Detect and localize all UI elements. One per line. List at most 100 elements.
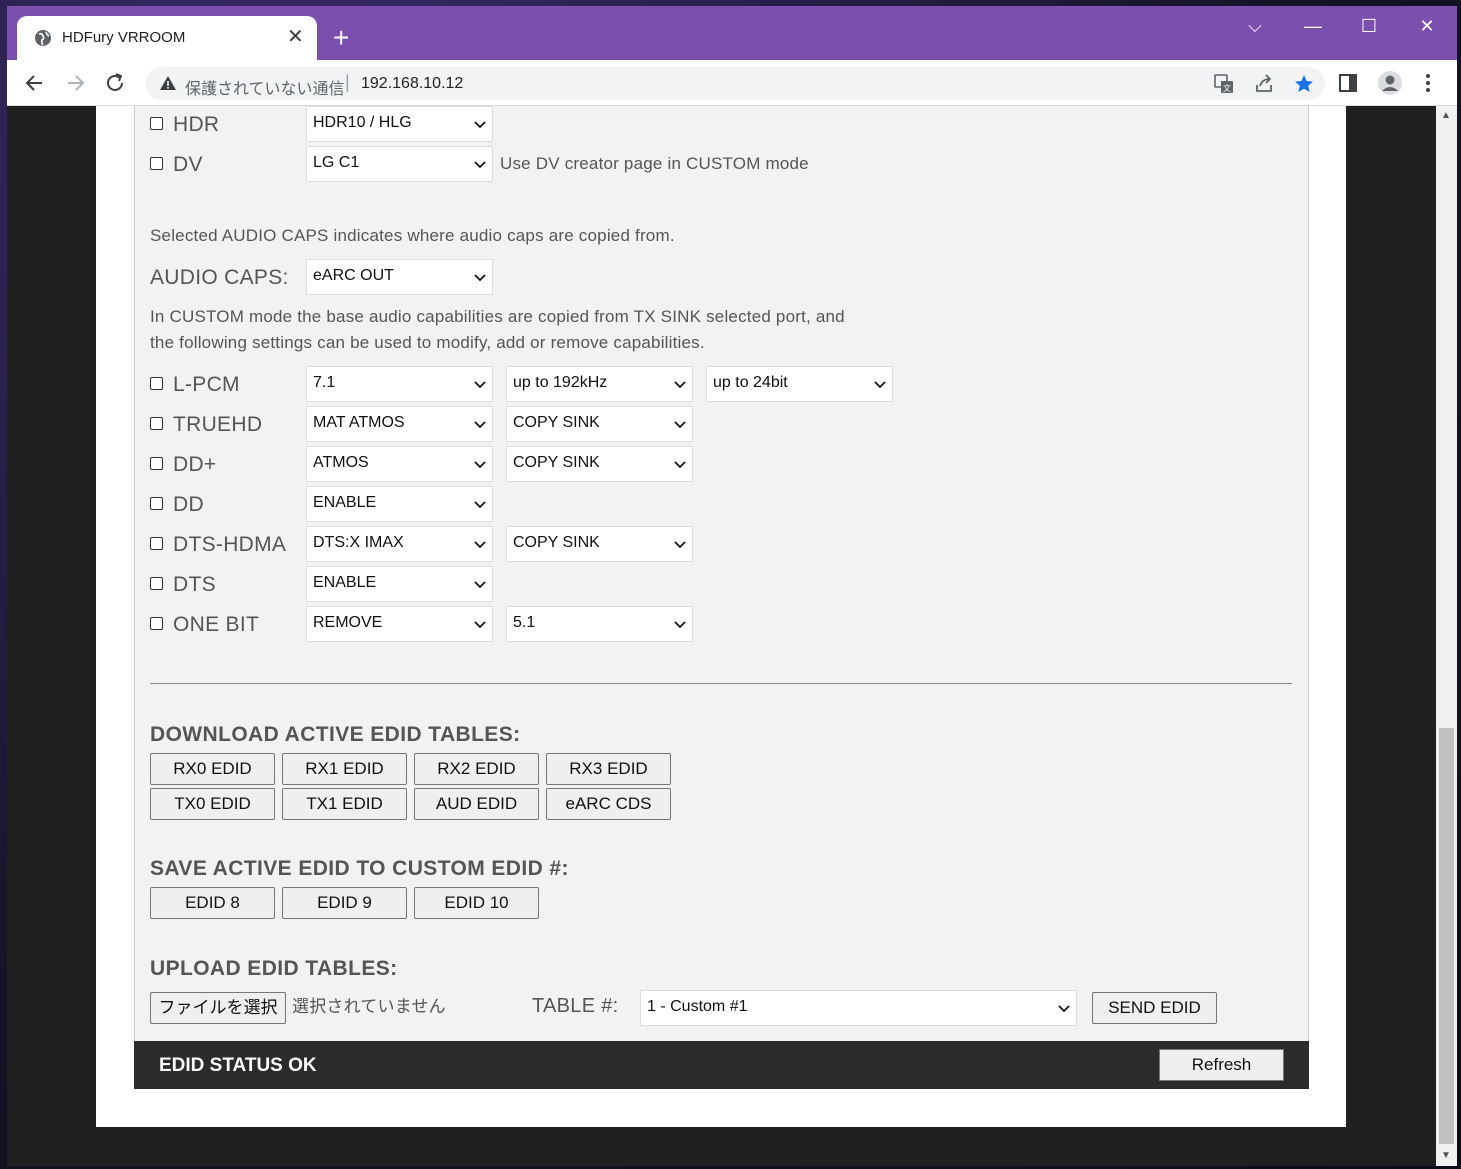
dts-hdma-sink-select[interactable]: COPY SINK <box>506 526 693 562</box>
lpcm-samplerate-select[interactable]: up to 192kHz <box>506 366 693 402</box>
close-tab-icon[interactable]: ✕ <box>287 25 304 49</box>
section-divider <box>150 683 1292 684</box>
dd-format-value: ENABLE <box>313 494 377 511</box>
new-tab-button[interactable]: + <box>333 24 349 52</box>
dv-select-value: LG C1 <box>313 154 360 171</box>
hdr-label: HDR <box>173 113 220 136</box>
rx1-edid-button[interactable]: RX1 EDID <box>282 753 407 785</box>
dts-format-value: ENABLE <box>313 574 377 591</box>
refresh-button[interactable]: Refresh <box>1159 1049 1284 1081</box>
lpcm-checkbox[interactable] <box>150 377 163 390</box>
browser-window: HDFury VRROOM ✕ + ⌵ — ☐ ✕ 保護されていない通信 | 1 <box>7 6 1457 1166</box>
dts-hdma-checkbox[interactable] <box>150 537 163 550</box>
minimize-button[interactable]: — <box>1293 14 1333 38</box>
bookmark-star-icon[interactable] <box>1293 73 1315 95</box>
warning-icon[interactable] <box>159 74 177 92</box>
dv-checkbox[interactable] <box>150 157 163 170</box>
audio-caps-select[interactable]: eARC OUT <box>306 259 493 295</box>
close-window-button[interactable]: ✕ <box>1407 14 1447 38</box>
lpcm-bitdepth-select[interactable]: up to 24bit <box>706 366 893 402</box>
dv-select[interactable]: LG C1 <box>306 146 493 182</box>
dd-checkbox[interactable] <box>150 497 163 510</box>
translate-icon[interactable]: 文 <box>1213 73 1235 95</box>
ddplus-format-select[interactable]: ATMOS <box>306 446 493 482</box>
dts-checkbox[interactable] <box>150 577 163 590</box>
globe-icon <box>35 30 51 46</box>
scrollbar-thumb[interactable] <box>1439 728 1454 1144</box>
chevron-down-icon <box>674 381 686 389</box>
chevron-down-icon <box>674 621 686 629</box>
truehd-checkbox[interactable] <box>150 417 163 430</box>
send-edid-button[interactable]: SEND EDID <box>1092 992 1217 1024</box>
tab-hdfury[interactable]: HDFury VRROOM ✕ <box>17 16 317 60</box>
custom-mode-note-2: the following settings can be used to mo… <box>150 333 705 352</box>
forward-icon[interactable] <box>62 70 88 96</box>
rx3-edid-button[interactable]: RX3 EDID <box>546 753 671 785</box>
chevron-down-icon <box>474 421 486 429</box>
address-bar[interactable]: 保護されていない通信 | 192.168.10.12 文 <box>145 67 1325 100</box>
edid-9-button[interactable]: EDID 9 <box>282 887 407 919</box>
more-menu-icon[interactable] <box>1417 72 1439 94</box>
truehd-format-value: MAT ATMOS <box>313 414 405 431</box>
ddplus-checkbox[interactable] <box>150 457 163 470</box>
lpcm-label: L-PCM <box>173 373 240 396</box>
page-scrollbar[interactable]: ▲ ▼ <box>1436 106 1457 1166</box>
chevron-down-icon <box>474 381 486 389</box>
edid-status-text: EDID STATUS OK <box>159 1055 317 1076</box>
edid-panel: HDR HDR10 / HLG DV LG C1 Use DV creator … <box>134 106 1309 1041</box>
dd-format-select[interactable]: ENABLE <box>306 486 493 522</box>
chevron-down-icon <box>474 121 486 129</box>
status-bar: EDID STATUS OK Refresh <box>134 1041 1309 1089</box>
table-number-label: TABLE #: <box>532 995 619 1017</box>
aud-edid-button[interactable]: AUD EDID <box>414 788 539 820</box>
ddplus-label: DD+ <box>173 453 217 476</box>
lpcm-channels-select[interactable]: 7.1 <box>306 366 493 402</box>
one-bit-channels-select[interactable]: 5.1 <box>506 606 693 642</box>
omnibox-separator: | <box>345 72 350 92</box>
page-viewport: HDR HDR10 / HLG DV LG C1 Use DV creator … <box>7 106 1457 1166</box>
truehd-format-select[interactable]: MAT ATMOS <box>306 406 493 442</box>
lpcm-samplerate-value: up to 192kHz <box>513 374 608 391</box>
scroll-up-arrow-icon[interactable]: ▲ <box>1441 110 1451 121</box>
reload-icon[interactable] <box>102 70 128 96</box>
table-number-select[interactable]: 1 - Custom #1 <box>640 990 1077 1026</box>
url-text[interactable]: 192.168.10.12 <box>361 75 463 93</box>
tx1-edid-button[interactable]: TX1 EDID <box>282 788 407 820</box>
earc-cds-button[interactable]: eARC CDS <box>546 788 671 820</box>
security-label[interactable]: 保護されていない通信 <box>185 75 345 99</box>
hdr-select[interactable]: HDR10 / HLG <box>306 106 493 142</box>
side-panel-icon[interactable] <box>1337 72 1359 94</box>
tab-search-icon[interactable]: ⌵ <box>1235 14 1275 38</box>
chevron-down-icon <box>474 501 486 509</box>
chevron-down-icon <box>474 274 486 282</box>
choose-file-button[interactable]: ファイルを選択 <box>150 992 286 1024</box>
chevron-down-icon <box>474 621 486 629</box>
ddplus-sink-select[interactable]: COPY SINK <box>506 446 693 482</box>
dts-hdma-label: DTS-HDMA <box>173 533 287 556</box>
hdr-select-value: HDR10 / HLG <box>313 114 412 131</box>
truehd-sink-value: COPY SINK <box>513 414 600 431</box>
download-edid-heading: DOWNLOAD ACTIVE EDID TABLES: <box>150 723 521 746</box>
chevron-down-icon <box>674 541 686 549</box>
edid-8-button[interactable]: EDID 8 <box>150 887 275 919</box>
one-bit-checkbox[interactable] <box>150 617 163 630</box>
dts-hdma-format-select[interactable]: DTS:X IMAX <box>306 526 493 562</box>
dd-label: DD <box>173 493 204 516</box>
truehd-sink-select[interactable]: COPY SINK <box>506 406 693 442</box>
dts-format-select[interactable]: ENABLE <box>306 566 493 602</box>
chevron-down-icon <box>674 421 686 429</box>
file-status-text: 選択されていません <box>292 997 446 1016</box>
one-bit-format-select[interactable]: REMOVE <box>306 606 493 642</box>
share-icon[interactable] <box>1253 73 1275 95</box>
svg-text:文: 文 <box>1223 83 1231 93</box>
tx0-edid-button[interactable]: TX0 EDID <box>150 788 275 820</box>
scroll-down-arrow-icon[interactable]: ▼ <box>1441 1150 1451 1161</box>
profile-avatar-icon[interactable] <box>1377 70 1403 96</box>
maximize-button[interactable]: ☐ <box>1349 14 1389 38</box>
dv-note: Use DV creator page in CUSTOM mode <box>500 154 809 173</box>
hdr-checkbox[interactable] <box>150 117 163 130</box>
back-icon[interactable] <box>22 70 48 96</box>
edid-10-button[interactable]: EDID 10 <box>414 887 539 919</box>
rx0-edid-button[interactable]: RX0 EDID <box>150 753 275 785</box>
rx2-edid-button[interactable]: RX2 EDID <box>414 753 539 785</box>
